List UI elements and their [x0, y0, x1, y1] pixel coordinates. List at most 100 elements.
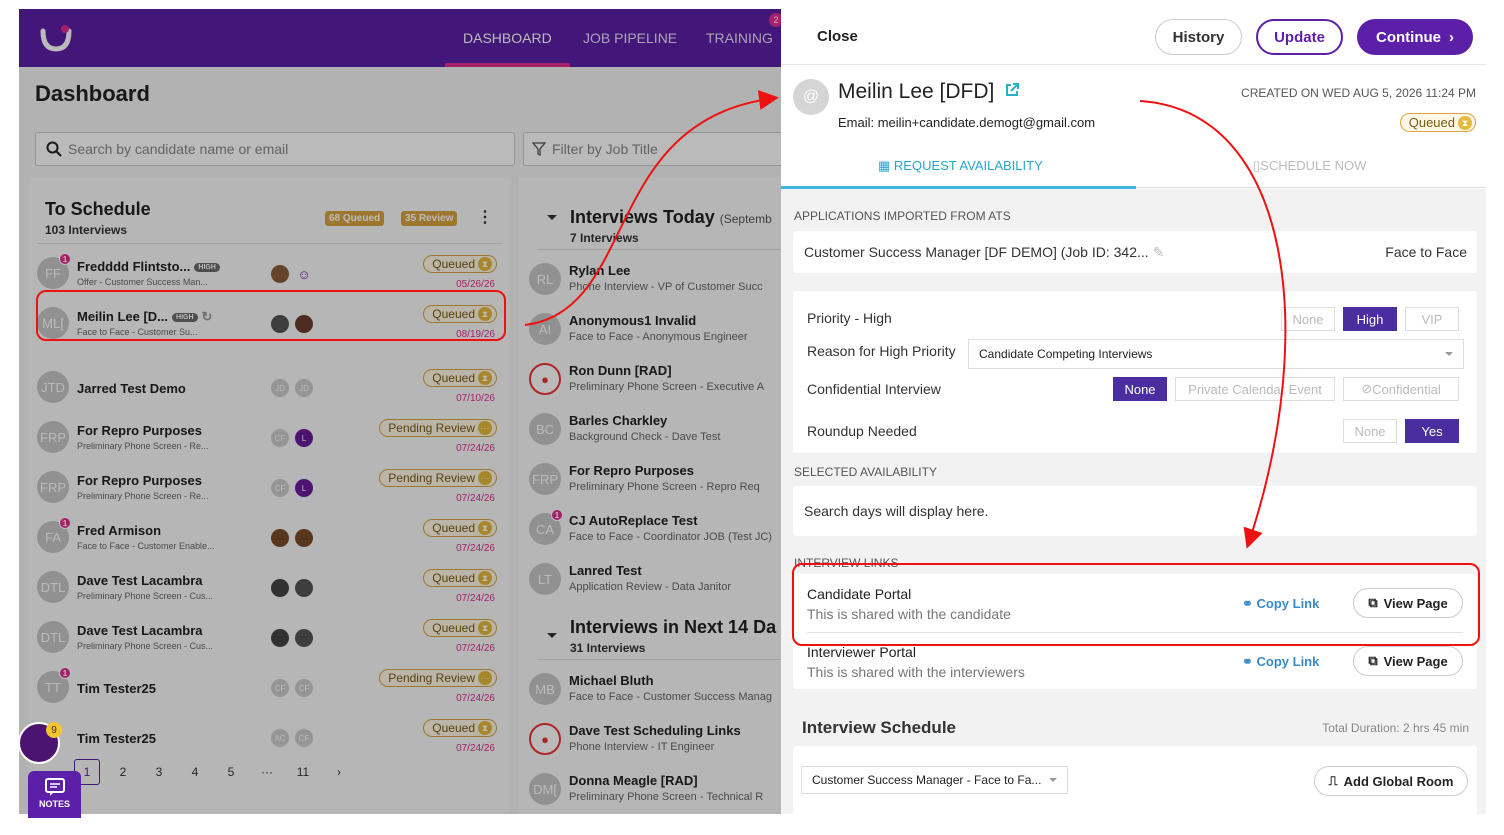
divider	[37, 243, 503, 244]
collapse-icon[interactable]	[547, 633, 557, 643]
collapse-icon[interactable]	[547, 215, 557, 225]
job-title-filter[interactable]: Filter by Job Title	[523, 132, 781, 166]
status-badge[interactable]: Queued ⧗	[423, 619, 497, 637]
list-item[interactable]: FRP For Repro Purposes Preliminary Phone…	[29, 413, 499, 461]
notes-button[interactable]: NOTES	[28, 771, 81, 818]
interview-row[interactable]: FRP For Repro Purposes Preliminary Phone S…	[529, 457, 781, 505]
view-page-button[interactable]: ⧉ View Page	[1353, 646, 1463, 676]
date-label: 07/24/26	[456, 543, 495, 554]
view-page-button[interactable]: ⧉ View Page	[1353, 588, 1463, 618]
page-2[interactable]: 2	[110, 759, 136, 785]
page-11[interactable]: 11	[290, 759, 316, 785]
edit-pencil-icon[interactable]: ✎	[1153, 244, 1165, 260]
next-page-icon[interactable]: ›	[326, 759, 352, 785]
candidate-subtitle: Face to Face - Customer Enable...	[77, 541, 215, 551]
more-menu-icon[interactable]: ⋮	[477, 207, 493, 227]
continue-button[interactable]: Continue ›	[1357, 19, 1473, 55]
chevron-right-icon: ›	[1449, 28, 1454, 46]
date-label: 05/26/26	[456, 279, 495, 290]
roundup-none-button[interactable]: None	[1343, 419, 1397, 443]
interview-row[interactable]: LT Lanred Test Application Review - Data J…	[529, 557, 781, 605]
interview-row[interactable]: CA 1 CJ AutoReplace Test Face to Face - Coo…	[529, 507, 781, 555]
status-badge[interactable]: Queued ⧗	[423, 569, 497, 587]
apps-section-title: APPLICATIONS IMPORTED FROM ATS	[794, 209, 1011, 223]
interview-row[interactable]: MB Michael Bluth Face to Face - Customer S…	[529, 667, 781, 715]
schedule-select[interactable]: Customer Success Manager - Face to Fa...	[801, 766, 1068, 794]
status-badge[interactable]: Queued ⧗	[423, 719, 497, 737]
candidate-subtitle: Preliminary Phone Screen - Re...	[77, 491, 209, 501]
priority-none-button[interactable]: None	[1281, 307, 1335, 331]
page-4[interactable]: 4	[182, 759, 208, 785]
candidate-subtitle: Preliminary Phone Screen - Cus...	[77, 591, 214, 601]
interviewer-avatar	[271, 579, 289, 597]
logo-icon[interactable]	[39, 23, 73, 53]
add-global-room-button[interactable]: ⎍ Add Global Room	[1314, 766, 1468, 796]
list-item[interactable]: Tim Tester25 AC CF Queued ⧗ 07/24/26	[29, 713, 499, 761]
chat-icon	[44, 778, 65, 796]
close-button[interactable]: Close	[817, 28, 858, 45]
status-badge[interactable]: Pending Review ···	[379, 669, 497, 687]
avatar: RL	[529, 263, 561, 295]
confidential-label: Confidential Interview	[807, 381, 941, 397]
interview-row[interactable]: RL Rylan Lee Phone Interview - VP of Custo…	[529, 257, 781, 305]
copy-link-button[interactable]: ⚭ Copy Link	[1242, 654, 1319, 670]
candidate-name: For Repro Purposes	[77, 473, 202, 488]
priority-vip-button[interactable]: VIP	[1405, 307, 1459, 331]
candidate-subtitle: Offer - Customer Success Man...	[77, 277, 208, 287]
candidate-email: Email: meilin+candidate.demogt@gmail.com	[838, 115, 1096, 130]
private-calendar-button[interactable]: Private Calendar Event	[1175, 377, 1335, 401]
candidate-name: Dave Test Lacambra	[77, 573, 203, 588]
application-card[interactable]: Customer Success Manager [DF DEMO] (Job …	[793, 231, 1477, 273]
list-item[interactable]: JTD Jarred Test Demo JD JD Queued ⧗ 07/10…	[29, 363, 499, 411]
list-item[interactable]: TT 1 Tim Tester25 CF CF Pending Review ··…	[29, 663, 499, 711]
nav-dashboard[interactable]: DASHBOARD	[445, 9, 570, 67]
list-item[interactable]: DTL Dave Test Lacambra Preliminary Phone…	[29, 563, 499, 611]
interviewer-avatar: AC	[271, 729, 289, 747]
search-input[interactable]: Search by candidate name or email	[35, 132, 515, 166]
interview-row[interactable]: ● Ron Dunn [RAD] Preliminary Phone Screen …	[529, 357, 781, 405]
interview-row[interactable]: ● Dave Test Scheduling Links Phone Intervi…	[529, 717, 781, 765]
interview-subtitle: Preliminary Phone Screen - Repro Req	[569, 481, 760, 493]
status-badge[interactable]: Pending Review ···	[379, 469, 497, 487]
candidate-subtitle: Preliminary Phone Screen - Cus...	[77, 641, 214, 651]
page-5[interactable]: 5	[218, 759, 244, 785]
tab-request-availability[interactable]: ▦ REQUEST AVAILABILITY	[878, 158, 1043, 174]
notification-dot: 1	[59, 517, 71, 529]
assistant-avatar[interactable]: 9	[18, 722, 62, 764]
update-button[interactable]: Update	[1256, 19, 1343, 55]
status-badge[interactable]: Pending Review ···	[379, 419, 497, 437]
queued-count-pill[interactable]: 68 Queued	[325, 211, 385, 226]
list-item[interactable]: FA 1 Fred Armison Face to Face - Custome…	[29, 513, 499, 561]
nav-training[interactable]: TRAINING	[706, 9, 773, 67]
interviewer-avatar	[295, 315, 313, 333]
candidate-name: Jarred Test Demo	[77, 381, 186, 396]
interview-row[interactable]: DM[Donna Meagle [RAD] Preliminary Phone S…	[529, 767, 781, 814]
nav-job-pipeline[interactable]: JOB PIPELINE	[583, 9, 677, 67]
status-badge[interactable]: Queued ⧗	[423, 255, 497, 273]
page-3[interactable]: 3	[146, 759, 172, 785]
interview-row[interactable]: AI Anonymous1 Invalid Face to Face - Anony…	[529, 307, 781, 355]
date-label: 07/24/26	[456, 593, 495, 604]
links-card: Candidate Portal This is shared with the…	[793, 574, 1477, 689]
reason-select[interactable]: Candidate Competing Interviews	[968, 339, 1464, 369]
external-link-icon[interactable]	[1004, 82, 1020, 98]
copy-link-button[interactable]: ⚭ Copy Link	[1242, 596, 1319, 612]
roundup-yes-button[interactable]: Yes	[1405, 419, 1459, 443]
list-item[interactable]: FF 1 Fredddd Flintsto... HIGH Offer - Cus…	[29, 249, 499, 297]
application-type: Face to Face	[1385, 244, 1467, 260]
interview-row[interactable]: BC Barles Charkley Background Check - Dave…	[529, 407, 781, 455]
confidential-button[interactable]: ⊘ Confidential	[1343, 377, 1459, 401]
priority-high-button[interactable]: High	[1343, 307, 1397, 331]
tab-schedule-now[interactable]: ▯SCHEDULE NOW	[1253, 158, 1366, 174]
status-badge[interactable]: Queued ⧗	[423, 369, 497, 387]
status-badge[interactable]: Queued ⧗	[423, 519, 497, 537]
list-item[interactable]: DTL Dave Test Lacambra Preliminary Phone…	[29, 613, 499, 661]
review-count-pill[interactable]: 35 Review	[401, 211, 458, 226]
history-button[interactable]: History	[1155, 19, 1242, 55]
list-item[interactable]: FRP For Repro Purposes Preliminary Phone…	[29, 463, 499, 511]
avatar: FRP	[529, 463, 561, 495]
confidential-none-button[interactable]: None	[1113, 377, 1167, 401]
status-badge[interactable]: Queued ⧗	[423, 305, 497, 323]
interviewer-avatar: CF	[271, 429, 289, 447]
list-item[interactable]: ML[ Meilin Lee [D... HIGH ↻ Face to Face -…	[29, 299, 499, 347]
